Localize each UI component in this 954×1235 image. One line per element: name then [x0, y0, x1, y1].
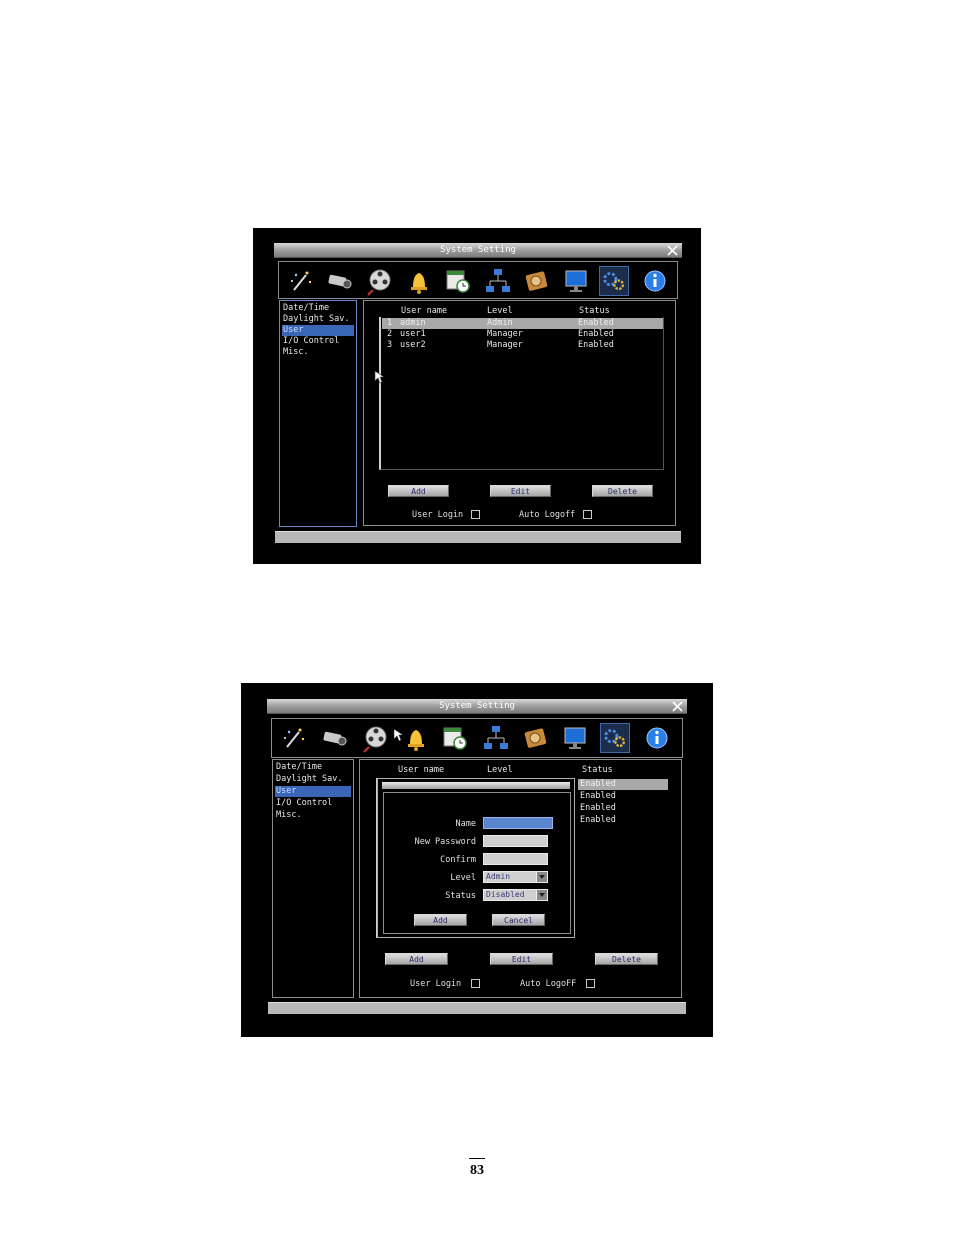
edit-button[interactable]: Edit — [490, 953, 553, 965]
sidebar-item-date-time[interactable]: Date/Time — [282, 303, 354, 314]
user-login-label: User Login — [412, 510, 464, 520]
monitor-icon[interactable] — [561, 723, 591, 753]
screenshot-add-user-dialog: System Setting Date/Time Daylight Sav. U… — [241, 683, 713, 1037]
sidebar-menu: Date/Time Daylight Sav. User I/O Control… — [272, 759, 354, 998]
screenshot-user-list: System Setting Date/Time Daylight Sav. U… — [253, 228, 701, 564]
window-titlebar: System Setting — [267, 699, 687, 714]
sidebar-menu: Date/Time Daylight Sav. User I/O Control… — [279, 300, 357, 527]
disk-icon[interactable] — [521, 723, 551, 753]
sidebar-item-user[interactable]: User — [275, 786, 351, 797]
sidebar-item-date-time[interactable]: Date/Time — [275, 762, 351, 773]
alarm-bell-icon[interactable] — [404, 266, 434, 296]
dialog-form: Name New Password Confirm Level Admin St… — [383, 792, 571, 934]
user-login-label: User Login — [410, 979, 462, 989]
monitor-icon[interactable] — [562, 266, 592, 296]
info-icon[interactable] — [640, 266, 670, 296]
table-row[interactable]: 2 user1 Manager Enabled — [382, 329, 663, 340]
camera-icon[interactable] — [325, 266, 355, 296]
auto-logoff-label: Auto Logoff — [519, 510, 576, 520]
table-row[interactable]: Enabled — [578, 791, 668, 802]
user-login-checkbox[interactable] — [471, 510, 480, 519]
level-label: Level — [450, 873, 476, 883]
info-icon[interactable] — [642, 723, 672, 753]
schedule-icon[interactable] — [443, 266, 473, 296]
column-header-level: Level — [487, 765, 513, 775]
new-password-field[interactable] — [483, 835, 548, 847]
status-label: Status — [445, 891, 476, 901]
status-select[interactable]: Disabled — [483, 889, 548, 901]
confirm-label: Confirm — [440, 855, 476, 865]
table-row[interactable]: 1 admin Admin Enabled — [382, 318, 663, 329]
alarm-bell-icon[interactable] — [401, 723, 431, 753]
add-user-dialog: Name New Password Confirm Level Admin St… — [377, 778, 575, 938]
confirm-password-field[interactable] — [483, 853, 548, 865]
column-header-level: Level — [487, 306, 513, 316]
user-panel: User name Level Status 1 admin Admin Ena… — [363, 300, 676, 526]
page-number: 83 — [470, 1163, 484, 1178]
auto-logoff-checkbox[interactable] — [583, 510, 592, 519]
edit-button[interactable]: Edit — [490, 485, 551, 497]
chevron-down-icon[interactable] — [536, 872, 547, 882]
dialog-titlebar — [382, 782, 570, 789]
sidebar-item-daylight-saving[interactable]: Daylight Sav. — [275, 774, 351, 785]
window-titlebar: System Setting — [274, 243, 682, 258]
sidebar-item-daylight-saving[interactable]: Daylight Sav. — [282, 314, 354, 325]
level-select[interactable]: Admin — [483, 871, 548, 883]
wizard-icon[interactable] — [279, 723, 309, 753]
system-setting-window: System Setting Date/Time Daylight Sav. U… — [274, 243, 682, 545]
system-gears-icon[interactable] — [600, 723, 630, 753]
network-icon[interactable] — [483, 266, 513, 296]
film-reel-icon[interactable] — [361, 723, 391, 753]
table-row[interactable]: Enabled — [578, 815, 668, 826]
name-field[interactable] — [483, 817, 553, 829]
add-button[interactable]: Add — [388, 485, 449, 497]
column-header-status: Status — [582, 765, 613, 775]
auto-logoff-label: Auto LogoFF — [520, 979, 577, 989]
system-setting-window: System Setting Date/Time Daylight Sav. U… — [267, 699, 687, 1017]
column-header-status: Status — [579, 306, 610, 316]
mouse-pointer-icon — [374, 370, 384, 384]
user-list: 1 admin Admin Enabled 2 user1 Manager En… — [379, 317, 664, 470]
wizard-icon[interactable] — [286, 266, 316, 296]
new-password-label: New Password — [414, 837, 476, 847]
disk-icon[interactable] — [522, 266, 552, 296]
table-row[interactable]: Enabled — [578, 803, 668, 814]
add-button[interactable]: Add — [385, 953, 448, 965]
status-bar — [275, 531, 681, 543]
system-gears-icon[interactable] — [599, 266, 629, 296]
delete-button[interactable]: Delete — [592, 485, 653, 497]
toolbar — [271, 718, 683, 758]
name-label: Name — [455, 819, 476, 829]
close-icon[interactable] — [666, 243, 679, 257]
window-title: System Setting — [439, 701, 515, 711]
network-icon[interactable] — [481, 723, 511, 753]
film-reel-icon[interactable] — [365, 266, 395, 296]
close-icon[interactable] — [671, 699, 684, 713]
user-panel: User name Level Status Enabled Enabled E… — [359, 759, 682, 998]
sidebar-item-user[interactable]: User — [282, 325, 354, 336]
chevron-down-icon[interactable] — [536, 890, 547, 900]
sidebar-item-misc[interactable]: Misc. — [282, 347, 354, 358]
user-login-checkbox[interactable] — [471, 979, 480, 988]
toolbar — [278, 261, 678, 299]
schedule-icon[interactable] — [440, 723, 470, 753]
status-bar — [268, 1002, 686, 1014]
column-header-user-name: User name — [398, 765, 445, 775]
sidebar-item-io-control[interactable]: I/O Control — [275, 798, 351, 809]
table-row[interactable]: Enabled — [578, 779, 668, 790]
sidebar-item-io-control[interactable]: I/O Control — [282, 336, 354, 347]
delete-button[interactable]: Delete — [595, 953, 658, 965]
table-row[interactable]: 3 user2 Manager Enabled — [382, 340, 663, 351]
page-number-rule — [469, 1158, 485, 1159]
auto-logoff-checkbox[interactable] — [586, 979, 595, 988]
camera-icon[interactable] — [320, 723, 350, 753]
dialog-cancel-button[interactable]: Cancel — [492, 914, 545, 926]
column-header-user-name: User name — [401, 306, 448, 316]
window-title: System Setting — [440, 245, 516, 255]
dialog-add-button[interactable]: Add — [414, 914, 467, 926]
sidebar-item-misc[interactable]: Misc. — [275, 810, 351, 821]
